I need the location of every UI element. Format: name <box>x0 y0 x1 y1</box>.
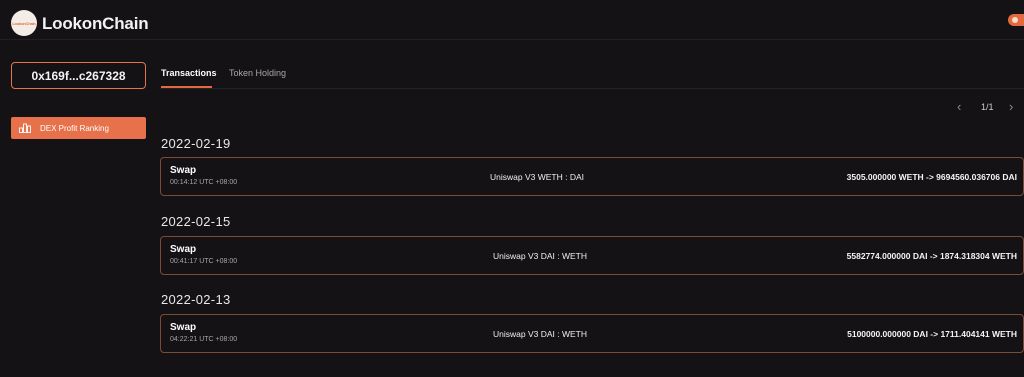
transaction-time: 00:14:12 UTC +08:00 <box>170 179 238 186</box>
transaction-row[interactable]: Swap 04:22:21 UTC +08:00 Uniswap V3 DAI … <box>160 314 1024 353</box>
sidebar-item-label: DEX Profit Ranking <box>40 123 109 133</box>
top-bar: LookonChain LookonChain <box>0 0 1024 40</box>
transaction-pair: Uniswap V3 DAI : WETH <box>493 329 587 339</box>
transaction-pair: Uniswap V3 DAI : WETH <box>493 251 587 261</box>
transaction-row[interactable]: Swap 00:41:17 UTC +08:00 Uniswap V3 DAI … <box>160 236 1024 275</box>
theme-toggle[interactable] <box>1008 14 1024 26</box>
transaction-time: 00:41:17 UTC +08:00 <box>170 258 238 265</box>
brand-name: LookonChain <box>42 14 149 33</box>
transaction-type: Swap <box>170 322 197 333</box>
transaction-type: Swap <box>170 244 197 255</box>
transaction-amount: 3505.000000 WETH -> 9694560.036706 DAI <box>846 172 1017 182</box>
ranking-icon <box>19 123 31 133</box>
transaction-row[interactable]: Swap 00:14:12 UTC +08:00 Uniswap V3 WETH… <box>160 157 1024 196</box>
date-heading: 2022-02-13 <box>161 292 231 307</box>
chevron-right-icon[interactable]: › <box>1009 99 1013 114</box>
wallet-address[interactable]: 0x169f...c267328 <box>11 62 146 89</box>
page-indicator: 1/1 <box>981 102 994 112</box>
tab-token-holding[interactable]: Token Holding <box>229 68 286 78</box>
transaction-type: Swap <box>170 165 197 176</box>
tabs-divider <box>160 88 1024 89</box>
transaction-pair: Uniswap V3 WETH : DAI <box>490 172 584 182</box>
logo[interactable]: LookonChain <box>11 10 37 36</box>
transaction-amount: 5100000.000000 DAI -> 1711.404141 WETH <box>847 329 1017 339</box>
date-heading: 2022-02-15 <box>161 214 231 229</box>
chevron-left-icon[interactable]: ‹ <box>957 99 961 114</box>
date-heading: 2022-02-19 <box>161 136 231 151</box>
transaction-time: 04:22:21 UTC +08:00 <box>170 336 238 343</box>
transaction-amount: 5582774.000000 DAI -> 1874.318304 WETH <box>846 251 1017 261</box>
sidebar-item-dex-profit-ranking[interactable]: DEX Profit Ranking <box>11 117 146 139</box>
logo-text: LookonChain <box>12 20 36 26</box>
tab-transactions[interactable]: Transactions <box>161 68 217 78</box>
